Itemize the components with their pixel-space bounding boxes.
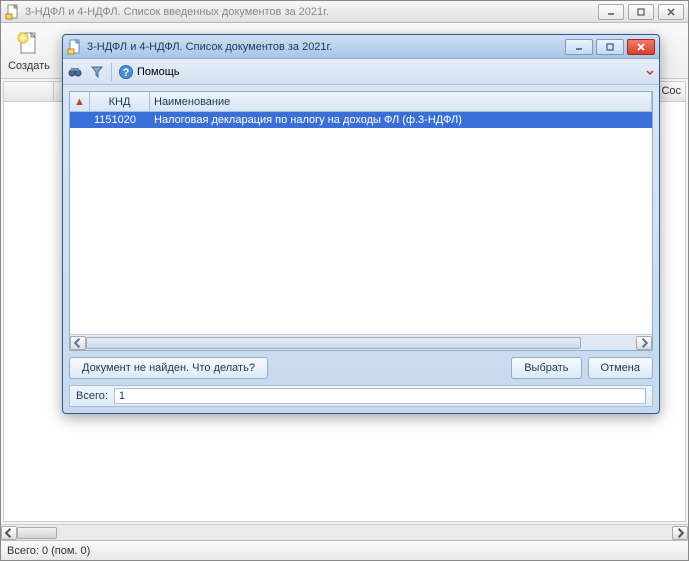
- scroll-left-button[interactable]: [70, 336, 86, 350]
- new-document-icon: [15, 30, 43, 58]
- main-titlebar: 3-НДФЛ и 4-НДФЛ. Список введенных докуме…: [1, 1, 688, 23]
- column-header-knd[interactable]: КНД: [90, 92, 150, 111]
- dialog-minimize-button[interactable]: [565, 39, 593, 55]
- grid-right-column-label: Сос: [661, 85, 681, 97]
- dialog-toolbar: ? Помощь: [63, 59, 659, 85]
- grid-header-cell[interactable]: [4, 82, 54, 101]
- document-list-dialog: 3-НДФЛ и 4-НДФЛ. Список документов за 20…: [62, 34, 660, 414]
- total-label: Всего:: [76, 390, 108, 402]
- scroll-right-button[interactable]: [636, 336, 652, 350]
- scroll-track[interactable]: [17, 526, 672, 540]
- sort-indicator[interactable]: ▲: [70, 92, 90, 111]
- document-table: ▲ КНД Наименование 1151020 Налоговая дек…: [69, 91, 653, 351]
- main-title: 3-НДФЛ и 4-НДФЛ. Список введенных докуме…: [25, 6, 598, 18]
- create-button[interactable]: Создать: [5, 27, 53, 75]
- dialog-button-row: Документ не найден. Что делать? Выбрать …: [69, 357, 653, 379]
- dialog-maximize-button[interactable]: [596, 39, 624, 55]
- maximize-button[interactable]: [628, 4, 654, 20]
- dialog-title: 3-НДФЛ и 4-НДФЛ. Список документов за 20…: [87, 41, 565, 53]
- not-found-button[interactable]: Документ не найден. Что делать?: [69, 357, 268, 379]
- svg-text:?: ?: [123, 67, 130, 79]
- help-button[interactable]: ? Помощь: [118, 64, 180, 80]
- document-icon: [67, 39, 83, 55]
- scroll-left-button[interactable]: [1, 526, 17, 540]
- document-icon: [5, 4, 21, 20]
- create-label: Создать: [8, 60, 50, 72]
- total-row: Всего: 1: [69, 385, 653, 407]
- help-icon: ?: [118, 64, 134, 80]
- table-scrollbar[interactable]: [70, 334, 652, 350]
- scroll-thumb[interactable]: [86, 337, 581, 349]
- close-button[interactable]: [658, 4, 684, 20]
- cell-knd: 1151020: [90, 112, 150, 128]
- minimize-button[interactable]: [598, 4, 624, 20]
- column-header-name[interactable]: Наименование: [150, 92, 652, 111]
- cell-name: Налоговая декларация по налогу на доходы…: [150, 112, 652, 128]
- help-label: Помощь: [137, 66, 180, 78]
- status-text: Всего: 0 (пом. 0): [7, 545, 90, 557]
- select-button[interactable]: Выбрать: [511, 357, 581, 379]
- scroll-thumb[interactable]: [17, 527, 57, 539]
- table-row[interactable]: 1151020 Налоговая декларация по налогу н…: [70, 112, 652, 128]
- scroll-right-button[interactable]: [672, 526, 688, 540]
- total-value: 1: [114, 388, 646, 404]
- scroll-track[interactable]: [86, 336, 636, 350]
- table-body[interactable]: 1151020 Налоговая декларация по налогу н…: [70, 112, 652, 334]
- table-header: ▲ КНД Наименование: [70, 92, 652, 112]
- status-bar: Всего: 0 (пом. 0): [1, 540, 688, 560]
- dialog-titlebar[interactable]: 3-НДФЛ и 4-НДФЛ. Список документов за 20…: [63, 35, 659, 59]
- dialog-window-controls: [565, 39, 655, 55]
- binoculars-icon[interactable]: [67, 64, 83, 80]
- filter-icon[interactable]: [89, 64, 105, 80]
- dialog-body: ▲ КНД Наименование 1151020 Налоговая дек…: [63, 85, 659, 413]
- toolbar-overflow-icon[interactable]: [645, 67, 655, 77]
- horizontal-scrollbar[interactable]: [1, 524, 688, 540]
- toolbar-separator: [111, 63, 112, 81]
- cancel-button[interactable]: Отмена: [588, 357, 653, 379]
- window-controls: [598, 4, 684, 20]
- dialog-close-button[interactable]: [627, 39, 655, 55]
